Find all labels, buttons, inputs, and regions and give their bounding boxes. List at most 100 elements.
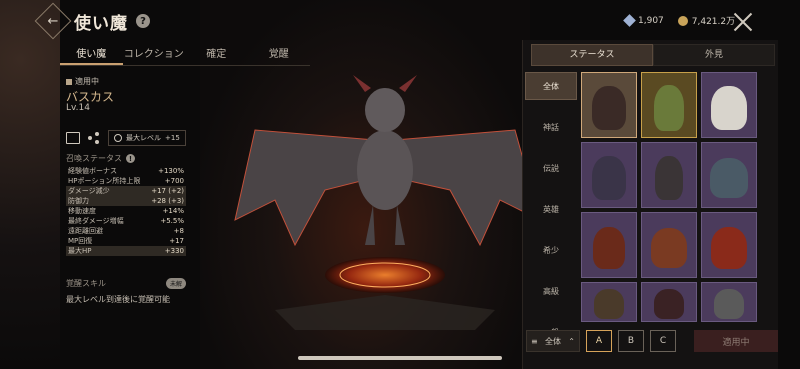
- grade-advanced[interactable]: 高級: [525, 277, 577, 305]
- home-indicator: [298, 356, 502, 360]
- left-wing: [234, 129, 376, 247]
- main-tabs: 使い魔 コレクション 確定 覚醒: [60, 46, 310, 66]
- awaken-badge: 未解: [165, 278, 186, 289]
- stat-label: 遠距離回避: [68, 227, 103, 235]
- stat-row: 遠距離回避 +8: [66, 226, 186, 236]
- stat-row: 経験値ボーナス +130%: [66, 166, 186, 176]
- apply-button[interactable]: 適用中: [694, 330, 778, 352]
- magnifier-icon: [114, 134, 122, 142]
- tab-collection[interactable]: コレクション: [123, 46, 186, 65]
- currency-bar: 1,907 7,421.2万: [623, 14, 736, 27]
- background-ornament: [0, 0, 60, 369]
- grade-hero[interactable]: 英雄: [525, 195, 577, 223]
- info-icon[interactable]: !: [126, 154, 135, 163]
- max-level-button[interactable]: 最大レベル +15: [108, 130, 186, 146]
- gem-count: 1,907: [638, 15, 664, 26]
- stat-label: 移動速度: [68, 207, 96, 215]
- help-icon[interactable]: ?: [136, 14, 150, 28]
- max-level-value: +15: [165, 134, 180, 142]
- gem-icon: [623, 14, 636, 27]
- pet-tools: 最大レベル +15: [66, 130, 186, 146]
- pet-card[interactable]: [641, 142, 697, 208]
- dragon-head: [365, 88, 405, 132]
- stat-value: +330: [164, 247, 184, 255]
- pet-card[interactable]: [581, 282, 637, 322]
- equipped-status: 適用中: [66, 76, 99, 87]
- stat-label: ダメージ減少: [68, 187, 110, 195]
- right-wing: [394, 129, 541, 247]
- stats-title-text: 召喚ステータス: [66, 154, 122, 163]
- panel-tabs: ステータス 外見: [531, 44, 775, 66]
- stats-list: 経験値ボーナス +130% HPポーション所持上限 +700 ダメージ減少 +17 (…: [66, 166, 186, 256]
- stat-value: +130%: [158, 167, 184, 175]
- stat-row: 最大HP +330: [66, 246, 186, 256]
- tab-awaken[interactable]: 覚醒: [248, 46, 311, 65]
- equipped-label: 適用中: [75, 77, 99, 86]
- tab-confirm[interactable]: 確定: [185, 46, 248, 65]
- header: ← 使い魔 ?: [34, 2, 150, 40]
- tab-appearance[interactable]: 外見: [653, 44, 775, 66]
- book-icon[interactable]: [66, 132, 80, 144]
- share-icon[interactable]: [88, 132, 100, 144]
- pet-card[interactable]: [641, 212, 697, 278]
- stat-label: MP回復: [68, 237, 93, 245]
- stat-row: 移動速度 +14%: [66, 206, 186, 216]
- stat-label: 防御力: [68, 197, 89, 205]
- gold-count: 7,421.2万: [691, 17, 736, 27]
- back-arrow-icon: ←: [47, 13, 59, 29]
- stat-value: +17 (+2): [151, 187, 184, 195]
- bottom-filter-bar: ≡ 全体 ⌃ A B C 適用中: [522, 328, 778, 354]
- preset-a-button[interactable]: A: [586, 330, 612, 352]
- stat-row: 最終ダメージ増幅 +5.5%: [66, 216, 186, 226]
- pet-card[interactable]: [701, 282, 757, 322]
- pet-card[interactable]: [641, 72, 697, 138]
- preset-b-button[interactable]: B: [618, 330, 644, 352]
- pet-card[interactable]: [581, 142, 637, 208]
- tab-status[interactable]: ステータス: [531, 44, 653, 66]
- page-title: 使い魔: [74, 13, 128, 34]
- grade-legend[interactable]: 伝説: [525, 154, 577, 182]
- stat-row: MP回復 +17: [66, 236, 186, 246]
- pet-card[interactable]: [641, 282, 697, 322]
- dragon-body: [357, 130, 413, 210]
- awaken-title: 覚醒スキル: [66, 279, 106, 288]
- tab-pet[interactable]: 使い魔: [60, 46, 123, 65]
- close-icon[interactable]: [733, 12, 753, 32]
- grade-rare[interactable]: 希少: [525, 236, 577, 264]
- grade-all[interactable]: 全体: [525, 72, 577, 100]
- pet-card[interactable]: [701, 72, 757, 138]
- stat-label: 最終ダメージ増幅: [68, 217, 124, 225]
- equipped-icon: [66, 78, 72, 85]
- altar-book: [275, 295, 495, 330]
- stat-value: +28 (+3): [151, 197, 184, 205]
- stat-label: 経験値ボーナス: [68, 167, 117, 175]
- pet-card[interactable]: [701, 212, 757, 278]
- stat-row: HPポーション所持上限 +700: [66, 176, 186, 186]
- stat-value: +5.5%: [160, 217, 184, 225]
- filter-dropdown[interactable]: ≡ 全体 ⌃: [526, 330, 580, 352]
- dragon-creature-image: [234, 75, 541, 330]
- stats-section-title: 召喚ステータス !: [66, 153, 135, 164]
- pet-card[interactable]: [701, 142, 757, 208]
- stat-label: HPポーション所持上限: [68, 177, 141, 185]
- stat-label: 最大HP: [68, 247, 92, 255]
- stat-row: 防御力 +28 (+3): [66, 196, 186, 206]
- back-button[interactable]: ←: [34, 2, 72, 40]
- max-level-label: 最大レベル: [126, 134, 161, 142]
- summoning-circle: [325, 257, 445, 293]
- stat-value: +8: [173, 227, 184, 235]
- grade-mythic[interactable]: 神話: [525, 113, 577, 141]
- pet-card[interactable]: [581, 212, 637, 278]
- pet-card-grid: [581, 72, 757, 322]
- chevron-up-icon: ⌃: [568, 336, 575, 346]
- stat-value: +700: [164, 177, 184, 185]
- stat-value: +14%: [162, 207, 184, 215]
- collection-panel: ステータス 外見 全体 神話 伝説 英雄 希少 高級 一般: [522, 40, 778, 369]
- gold-coin-icon: [677, 15, 688, 26]
- sort-icon: ≡: [531, 336, 538, 346]
- filter-dropdown-label: 全体: [545, 336, 561, 346]
- dragon-legs: [365, 205, 405, 245]
- pet-card[interactable]: [581, 72, 637, 138]
- stat-value: +17: [169, 237, 184, 245]
- preset-c-button[interactable]: C: [650, 330, 676, 352]
